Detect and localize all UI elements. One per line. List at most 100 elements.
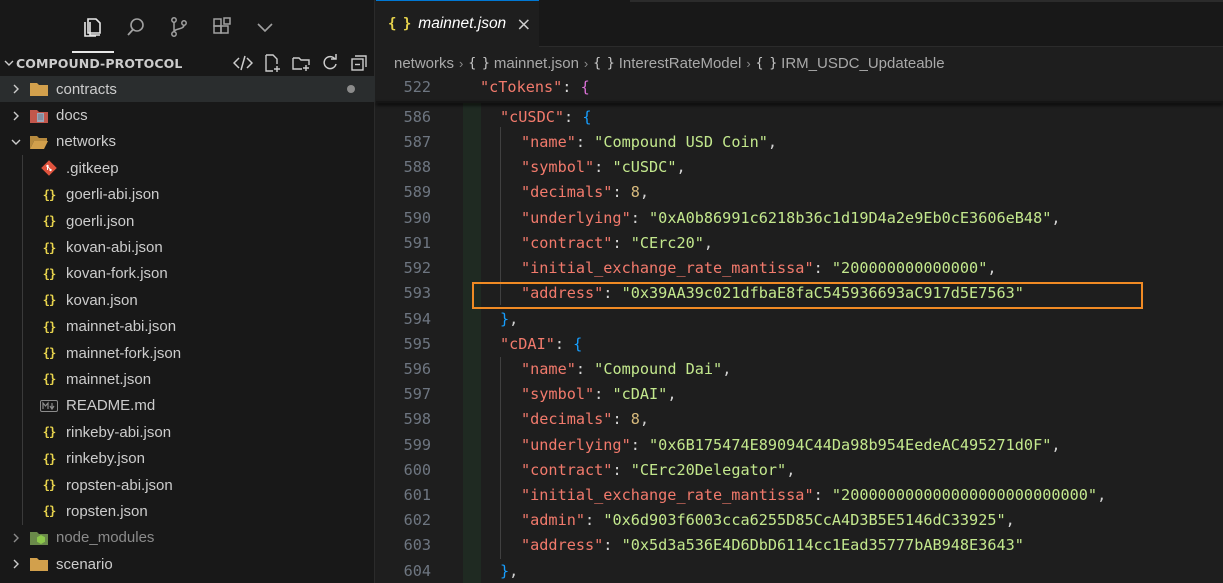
punctuation: : [813,259,832,277]
refresh-icon [323,54,337,70]
json-string: "0xA0b86991c6218b36c1d19D4a2e9Eb0cE3606e… [649,209,1052,227]
explorer-view-button[interactable] [72,12,114,53]
new-file-button[interactable] [260,51,284,75]
tree-item-mainnet-abi-json[interactable]: {} mainnet-abi.json [0,314,375,340]
tree-item-docs[interactable]: docs [0,102,375,128]
tree-item-gitkeep[interactable]: .gitkeep [0,155,375,181]
line-number: 598 [403,410,431,428]
explorer-actions [226,51,371,75]
tree-item-ropsten-abi-json[interactable]: {} ropsten-abi.json [0,472,375,498]
line-number: 595 [403,335,431,353]
punctuation: : [612,234,631,252]
breadcrumb-mainnet-json[interactable]: mainnet.json [494,55,579,72]
bracket: { [580,78,590,96]
tree-item-label: node_modules [56,529,155,547]
line-number: 600 [403,461,431,479]
json-string: "200000000000000000000000000" [831,486,1098,504]
new-folder-button[interactable] [289,51,313,75]
json-string: "cDAI" [612,385,668,403]
code-line: "underlying": "0x6B175474E89094C44Da98b9… [521,436,1061,454]
code-line: "contract": "CErc20Delegator", [521,461,795,479]
chevron-right-icon [8,533,24,543]
tree-item-label: networks [56,133,117,151]
tab-mainnet-json[interactable]: { } mainnet.json × [376,0,539,47]
editor-tab-bar: { } mainnet.json × [376,0,1223,47]
source-control-icon [171,17,187,37]
tree-item-goerli-json[interactable]: {} goerli.json [0,208,375,234]
json-key: "initial_exchange_rate_mantissa" [521,486,814,504]
tree-item-kovan-json[interactable]: {} kovan.json [0,287,375,313]
json-key: "name" [521,133,576,151]
tree-item-node-modules[interactable]: node_modules [0,525,375,551]
json-icon: {} [42,478,56,493]
code-line: }, [500,562,518,580]
punctuation: , [767,133,778,151]
tree-item-label: kovan.json [66,291,138,309]
tree-item-ropsten-json[interactable]: {} ropsten.json [0,498,375,524]
search-icon [127,18,144,36]
punctuation: , [667,385,677,403]
tree-item-rinkeby-abi-json[interactable]: {} rinkeby-abi.json [0,419,375,445]
json-string: "Compound Dai" [594,360,723,378]
source-control-button[interactable] [164,12,194,42]
line-number: 602 [403,511,431,529]
search-view-button[interactable] [121,12,151,42]
punctuation: , [509,310,519,328]
tree-item-goerli-abi-json[interactable]: {} goerli-abi.json [0,182,375,208]
json-key: "decimals" [521,183,613,201]
line-number: 590 [403,209,431,227]
breadcrumb-networks[interactable]: networks [394,55,454,72]
punctuation: : [594,385,613,403]
punctuation: , [786,461,796,479]
json-key: "admin" [521,511,586,529]
breadcrumb-interest-rate-model[interactable]: InterestRateModel [619,55,742,72]
json-icon: {} [42,266,56,281]
tree-item-mainnet-fork-json[interactable]: {} mainnet-fork.json [0,340,375,366]
line-number: 593 [403,284,431,302]
chevron-right-icon [8,559,24,569]
breadcrumb-irm-usdc-updateable[interactable]: IRM_USDC_Updateable [781,55,944,72]
line-number: 599 [403,436,431,454]
punctuation: , [639,183,650,201]
json-key: "name" [521,360,576,378]
punctuation: : [554,335,574,353]
sticky-scroll-divider [376,101,1223,103]
explorer-header[interactable]: COMPOUND-PROTOCOL [0,51,375,75]
more-views-button[interactable] [250,12,280,42]
collapse-all-button[interactable] [347,51,371,75]
punctuation: , [1005,511,1015,529]
file-tree: contracts docs networks .gitkeep {} goer… [0,76,375,577]
tree-item-networks[interactable]: networks [0,129,375,155]
code-editor[interactable]: 522 586 587 588 589 590 591 592 593 594 … [376,75,1223,583]
json-string: "0x6B175474E89094C44Da98b954EedeAC495271… [649,436,1052,454]
json-key: "cUSDC" [500,108,565,126]
tree-item-label: README.md [66,397,156,415]
punctuation: , [509,562,519,580]
refresh-button[interactable] [318,51,342,75]
tree-item-label: scenario [56,555,113,573]
tree-item-rinkeby-json[interactable]: {} rinkeby.json [0,445,375,471]
extensions-button[interactable] [207,12,237,42]
tree-item-mainnet-json[interactable]: {} mainnet.json [0,366,375,392]
code-line: "symbol": "cDAI", [521,385,676,403]
code-line: "admin": "0x6d903f6003cca6255D85CcA4D3B5… [521,511,1015,529]
tree-item-label: ropsten-abi.json [66,476,173,494]
docs-folder-icon [30,107,48,125]
json-string: "0x5d3a536E4D6DbD6114cc1Ead35777bAB948E3… [621,536,1024,554]
indent-guide [500,127,501,305]
close-icon[interactable]: × [516,14,531,35]
line-number: 594 [403,310,431,328]
code-line: "initial_exchange_rate_mantissa": "20000… [521,259,997,277]
tree-item-readme-md[interactable]: README.md [0,393,375,419]
punctuation: : [562,78,581,96]
tree-item-contracts[interactable]: contracts [0,76,375,103]
json-key: "cTokens" [480,78,563,96]
tree-item-scenario[interactable]: scenario [0,551,375,577]
tree-item-kovan-fork-json[interactable]: {} kovan-fork.json [0,261,375,287]
json-string: "Compound USD Coin" [594,133,768,151]
tree-item-kovan-abi-json[interactable]: {} kovan-abi.json [0,234,375,260]
code-view-button[interactable] [231,51,255,75]
line-number: 592 [403,259,431,277]
chevron-down-icon [257,23,273,33]
json-icon: {} [42,319,56,334]
